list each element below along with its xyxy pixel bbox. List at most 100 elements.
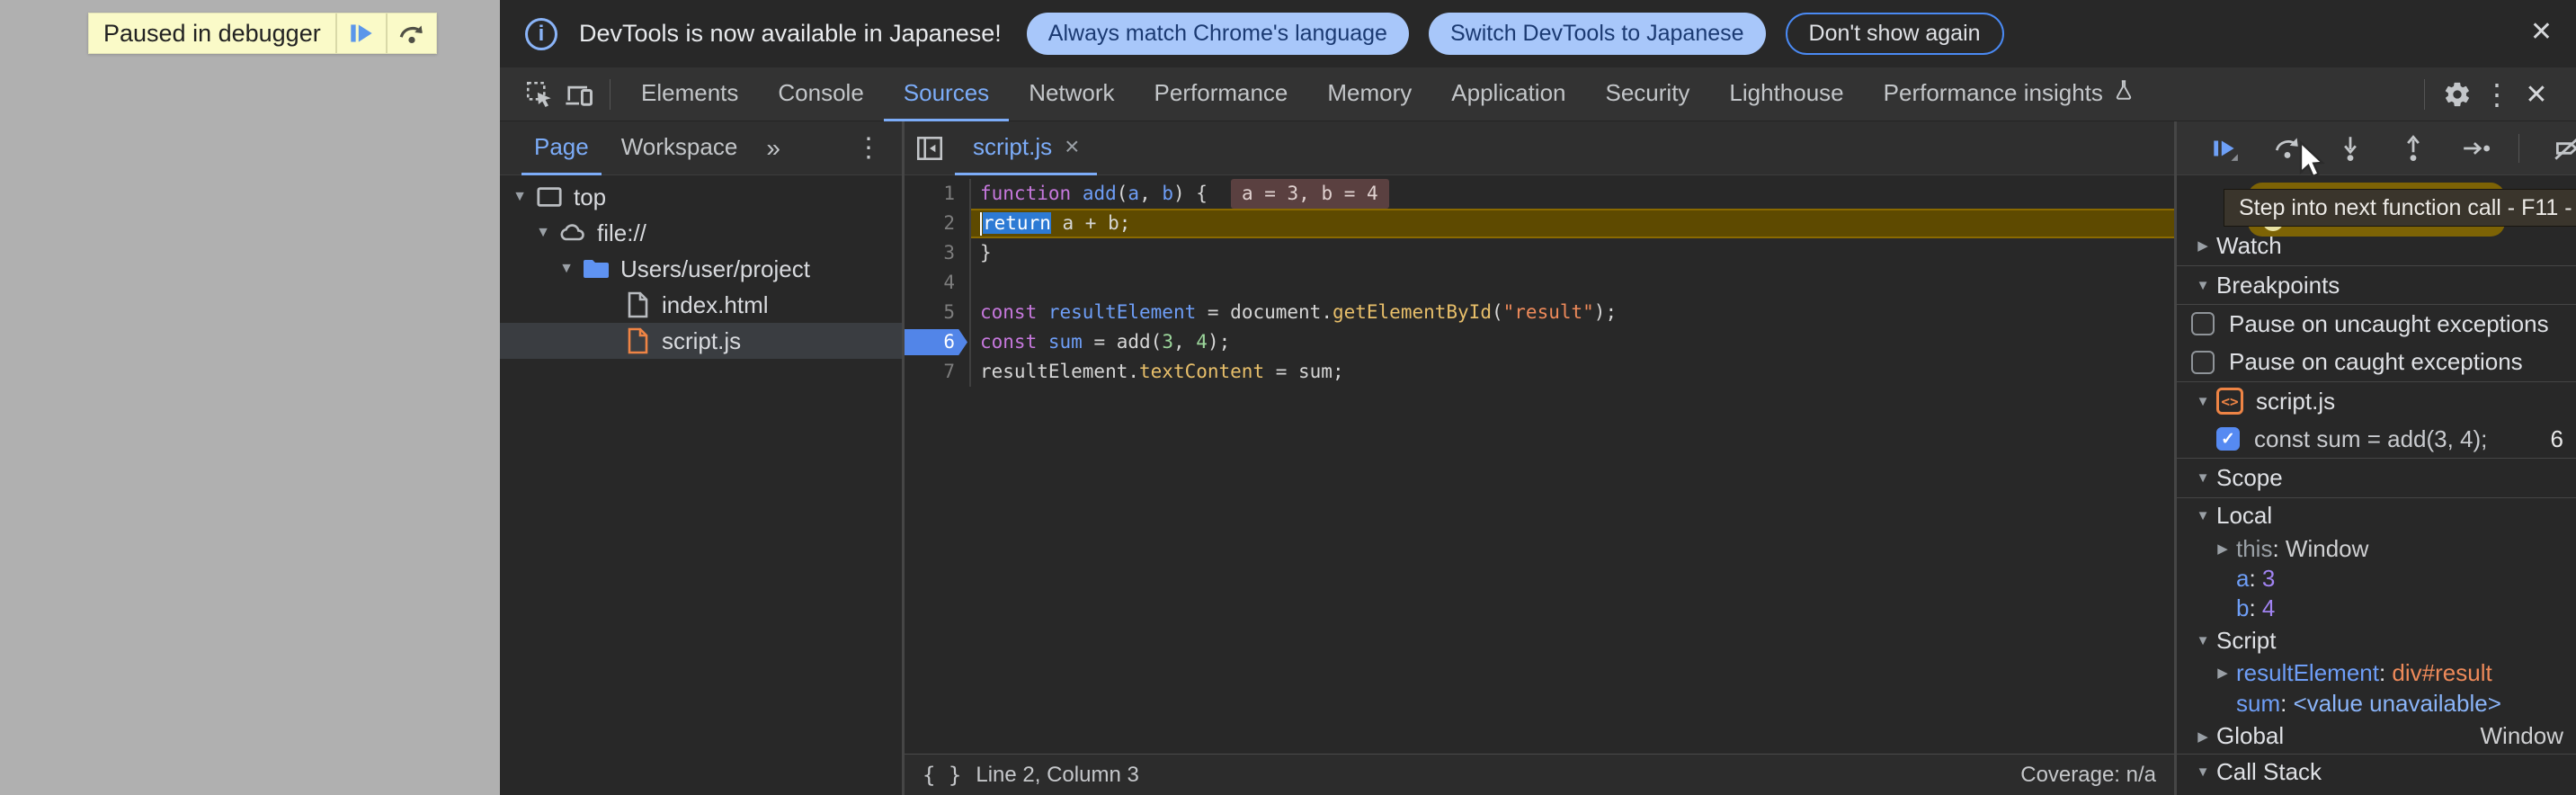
step-into-icon[interactable] bbox=[2335, 133, 2366, 164]
tab-performance-insights[interactable]: Performance insights bbox=[1864, 67, 2155, 121]
gutter-line-number[interactable]: 3 bbox=[905, 238, 971, 268]
scope-variable[interactable]: ▶this: Window bbox=[2177, 533, 2576, 564]
scope-variable[interactable]: a: 3 bbox=[2177, 564, 2576, 594]
mouse-cursor bbox=[2295, 139, 2328, 185]
scope-variable[interactable]: sum: <value unavailable> bbox=[2177, 688, 2576, 719]
tab-network[interactable]: Network bbox=[1009, 67, 1134, 121]
breakpoint-entry[interactable]: ✓const sum = add(3, 4);6 bbox=[2177, 420, 2576, 458]
tab-memory[interactable]: Memory bbox=[1307, 67, 1431, 121]
scope-variable[interactable]: b: 4 bbox=[2177, 594, 2576, 623]
step-over-icon[interactable] bbox=[386, 13, 436, 53]
pretty-print-icon[interactable]: { } bbox=[923, 763, 961, 788]
expand-arrow-icon: ▶ bbox=[2189, 237, 2216, 254]
code-line-2[interactable]: 2return a + b; bbox=[905, 209, 2174, 238]
gutter-line-number[interactable]: 4 bbox=[905, 268, 971, 298]
tree-item-label: script.js bbox=[662, 327, 741, 355]
tab-page[interactable]: Page bbox=[521, 121, 602, 175]
tab-lighthouse[interactable]: Lighthouse bbox=[1709, 67, 1863, 121]
editor-pane: script.js × 1function add(a, b) {a = 3, … bbox=[905, 121, 2174, 795]
toggle-device-toolbar-icon[interactable] bbox=[559, 67, 599, 121]
code-line-1[interactable]: 1function add(a, b) {a = 3, b = 4 bbox=[905, 179, 2174, 209]
tree-item-top[interactable]: ▼ top bbox=[500, 179, 902, 215]
resume-script-icon[interactable] bbox=[2209, 133, 2240, 164]
editor-tab-close-icon[interactable]: × bbox=[1065, 132, 1079, 161]
tree-item-script-js[interactable]: script.js bbox=[500, 323, 902, 359]
code-line-6[interactable]: 6const sum = add(3, 4); bbox=[905, 327, 2174, 357]
section-local[interactable]: ▼Local bbox=[2177, 497, 2576, 533]
code-line-4[interactable]: 4 bbox=[905, 268, 2174, 298]
tab-security[interactable]: Security bbox=[1586, 67, 1710, 121]
file-pane-kebab-icon[interactable]: ⋮ bbox=[855, 132, 882, 164]
code-line-7[interactable]: 7resultElement.textContent = sum; bbox=[905, 357, 2174, 387]
editor-tab-scriptjs[interactable]: script.js × bbox=[955, 121, 1097, 175]
tab-console[interactable]: Console bbox=[758, 67, 883, 121]
experiment-flask-icon bbox=[2112, 77, 2135, 109]
expand-arrow-icon: ▼ bbox=[509, 189, 530, 205]
notification-buttons: Always match Chrome's language Switch Dev… bbox=[1027, 13, 2004, 55]
tab-application[interactable]: Application bbox=[1431, 67, 1585, 121]
more-tabs-chevron[interactable]: » bbox=[757, 134, 789, 163]
tree-item-label: file:// bbox=[597, 219, 646, 247]
checkbox-icon[interactable] bbox=[2191, 312, 2215, 335]
notification-primary-button-0[interactable]: Always match Chrome's language bbox=[1027, 13, 1409, 55]
tab-sources[interactable]: Sources bbox=[884, 67, 1009, 121]
inline-eval-badge: a = 3, b = 4 bbox=[1231, 179, 1389, 209]
tree-item-users-user-project[interactable]: ▼Users/user/project bbox=[500, 251, 902, 287]
expand-arrow-icon: ▼ bbox=[556, 261, 577, 277]
text-caret bbox=[980, 212, 982, 236]
section-value: Window bbox=[2481, 722, 2576, 750]
step-into-tooltip: Step into next function call - F11 - ⌘ ; bbox=[2224, 189, 2576, 227]
dont-show-again-button[interactable]: Don't show again bbox=[1786, 13, 2004, 55]
step-out-icon[interactable] bbox=[2398, 133, 2429, 164]
deactivate-breakpoints-icon[interactable] bbox=[2552, 133, 2576, 164]
gutter-line-number[interactable]: 2 bbox=[905, 209, 971, 238]
code-line-5[interactable]: 5const resultElement = document.getEleme… bbox=[905, 298, 2174, 327]
section-scope[interactable]: ▼Scope bbox=[2177, 458, 2576, 497]
sources-file-pane: Page Workspace » ⋮ ▼top▼file://▼Users/us… bbox=[500, 121, 905, 795]
settings-gear-icon[interactable] bbox=[2438, 67, 2477, 121]
breakpoint-group-script-js[interactable]: ▼<>script.js bbox=[2177, 381, 2576, 420]
gutter-line-number[interactable]: 5 bbox=[905, 298, 971, 327]
checkbox-pause-on-uncaught-exceptions[interactable]: Pause on uncaught exceptions bbox=[2177, 304, 2576, 343]
resume-script-icon[interactable] bbox=[335, 13, 386, 53]
gutter-line-number[interactable]: 6 bbox=[905, 327, 971, 357]
debugger-toolbar bbox=[2177, 121, 2576, 175]
editor-tab-bar: script.js × bbox=[905, 121, 2174, 175]
devtools-tab-bar: ElementsConsoleSourcesNetworkPerformance… bbox=[500, 67, 2576, 121]
notification-close-icon[interactable]: ✕ bbox=[2530, 16, 2553, 48]
tree-item-label: index.html bbox=[662, 291, 769, 319]
script-file-icon: <> bbox=[2216, 388, 2243, 415]
section-script[interactable]: ▼Script bbox=[2177, 623, 2576, 657]
tab-workspace[interactable]: Workspace bbox=[609, 121, 751, 175]
notification-primary-button-1[interactable]: Switch DevTools to Japanese bbox=[1429, 13, 1766, 55]
tab-elements[interactable]: Elements bbox=[621, 67, 758, 121]
checkbox-icon[interactable] bbox=[2191, 351, 2215, 374]
expand-arrow-icon: ▼ bbox=[2189, 394, 2216, 409]
breakpoint-checkbox-icon[interactable]: ✓ bbox=[2216, 427, 2240, 451]
expand-arrow-icon: ▶ bbox=[2189, 728, 2216, 745]
inspect-element-icon[interactable] bbox=[520, 67, 559, 121]
section-call-stack[interactable]: ▼Call Stack bbox=[2177, 754, 2576, 789]
devtools-content: Page Workspace » ⋮ ▼top▼file://▼Users/us… bbox=[500, 121, 2576, 795]
code-editor[interactable]: 1function add(a, b) {a = 3, b = 42return… bbox=[905, 175, 2174, 754]
tab-performance[interactable]: Performance bbox=[1135, 67, 1308, 121]
section-breakpoints[interactable]: ▼Breakpoints bbox=[2177, 265, 2576, 304]
step-icon[interactable] bbox=[2461, 133, 2491, 164]
gutter-line-number[interactable]: 7 bbox=[905, 357, 971, 387]
section-global[interactable]: ▶GlobalWindow bbox=[2177, 719, 2576, 754]
tree-item-file-[interactable]: ▼file:// bbox=[500, 215, 902, 251]
kebab-menu-icon[interactable]: ⋮ bbox=[2477, 67, 2517, 121]
toolbar-divider bbox=[2518, 134, 2519, 163]
info-icon: i bbox=[525, 18, 557, 50]
breakpoint-line-number: 6 bbox=[2551, 425, 2576, 453]
frame-icon bbox=[534, 183, 565, 210]
scope-variable[interactable]: ▶resultElement: div#result bbox=[2177, 657, 2576, 688]
tree-item-index-html[interactable]: index.html bbox=[500, 287, 902, 323]
code-line-3[interactable]: 3} bbox=[905, 238, 2174, 268]
gutter-line-number[interactable]: 1 bbox=[905, 179, 971, 209]
close-devtools-icon[interactable]: ✕ bbox=[2517, 67, 2556, 121]
toggle-navigator-panel-icon[interactable] bbox=[905, 121, 955, 175]
checkbox-pause-on-caught-exceptions[interactable]: Pause on caught exceptions bbox=[2177, 343, 2576, 381]
cursor-position: Line 2, Column 3 bbox=[976, 763, 1138, 788]
tree-item-label: top bbox=[574, 183, 606, 211]
